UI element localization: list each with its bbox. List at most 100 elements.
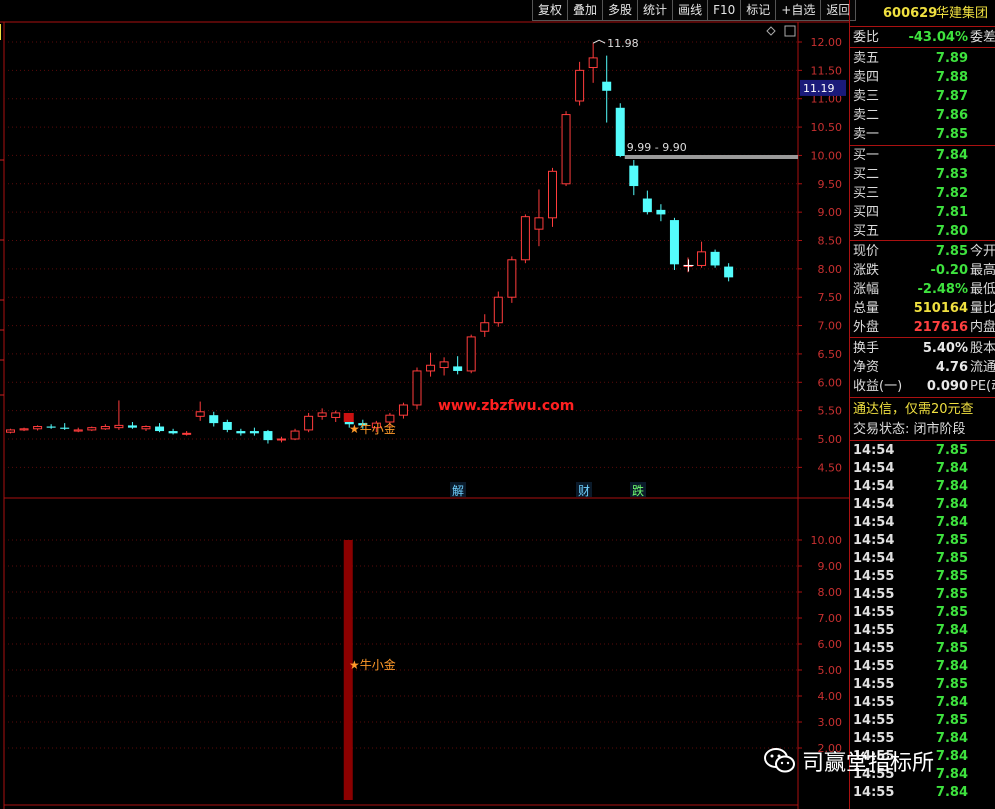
- ask-row-label: 卖四: [853, 70, 880, 85]
- tick-row: 14:54 7.85: [850, 531, 995, 550]
- lower-label: 7.00: [818, 612, 843, 625]
- candle-body: [182, 432, 192, 435]
- bid-row-value: 7.81: [935, 205, 968, 220]
- bid-row: 买五 7.80: [850, 222, 995, 241]
- price-label: 9.00: [818, 206, 843, 219]
- toolbar-button-4[interactable]: 画线: [672, 0, 709, 21]
- bid-row-value: 7.84: [935, 148, 968, 163]
- candle-body: [19, 428, 29, 431]
- price-label: 9.50: [818, 178, 843, 191]
- tick-price: 7.84: [935, 461, 968, 476]
- tick-time: 14:55: [853, 641, 895, 656]
- tick-price: 7.85: [935, 551, 968, 566]
- candle-body: [317, 412, 327, 417]
- candle-body: [398, 404, 408, 416]
- candle-body: [588, 57, 598, 69]
- price-label: 10.50: [811, 121, 843, 134]
- candle-body: [331, 412, 341, 418]
- tick-time: 14:55: [853, 659, 895, 674]
- fund-row-value: 0.090: [926, 379, 968, 394]
- candle-body: [127, 425, 137, 428]
- quote-row-ext: 量比: [970, 301, 995, 316]
- bid-row-value: 7.83: [935, 167, 968, 182]
- price-label: 8.00: [818, 263, 843, 276]
- candle-body: [615, 107, 625, 156]
- toolbar-button-3[interactable]: 统计: [637, 0, 674, 21]
- tick-row: 14:55 7.84: [850, 693, 995, 712]
- toolbar-button-7[interactable]: +自选: [775, 0, 822, 21]
- event-label[interactable]: 跌: [632, 483, 644, 498]
- ask-row-label: 卖一: [853, 127, 880, 142]
- event-label[interactable]: 财: [578, 484, 590, 498]
- candle-body: [439, 361, 449, 369]
- fund-row-label: 换手: [853, 341, 880, 356]
- fund-row-ext: 流通: [970, 360, 995, 375]
- ask-row-label: 卖五: [853, 51, 880, 66]
- candle-body: [114, 424, 124, 429]
- bid-row-value: 7.82: [935, 186, 968, 201]
- diamond-icon[interactable]: [766, 26, 776, 36]
- quote-row: 外盘 217616 内盘: [850, 318, 995, 337]
- candle-body: [222, 421, 232, 430]
- quote-row: 涨跌 -0.20 最高: [850, 261, 995, 280]
- tick-time: 14:55: [853, 713, 895, 728]
- candle-body: [575, 69, 585, 102]
- toolbar-button-1[interactable]: 叠加: [567, 0, 604, 21]
- fund-row: 净资 4.76 流通: [850, 358, 995, 377]
- tick-row: 14:55 7.85: [850, 567, 995, 586]
- candle-body: [73, 429, 83, 432]
- tick-price: 7.85: [935, 641, 968, 656]
- bid-row-label: 买一: [853, 148, 880, 163]
- tick-row: 14:55 7.85: [850, 639, 995, 658]
- toolbar-button-5[interactable]: F10: [707, 0, 742, 21]
- tick-time: 14:55: [853, 785, 895, 800]
- quote-row: 现价 7.85 今开: [850, 242, 995, 261]
- tick-row: 14:55 7.85: [850, 675, 995, 694]
- tick-time: 14:55: [853, 587, 895, 602]
- notice-row[interactable]: 通达信，仅需20元查: [850, 400, 995, 419]
- tick-price: 7.84: [935, 659, 968, 674]
- lower-label: 8.00: [818, 586, 843, 599]
- tick-price: 7.84: [935, 767, 968, 782]
- candle-body: [277, 438, 286, 441]
- quote-row: 总量 510164 量比: [850, 299, 995, 318]
- toolbar-button-2[interactable]: 多股: [602, 0, 639, 21]
- ask-row-value: 7.89: [935, 51, 968, 66]
- toolbar-button-6[interactable]: 标记: [740, 0, 777, 21]
- bid-row: 买四 7.81: [850, 203, 995, 222]
- kline-chart[interactable]: 12.0011.5011.0010.5010.009.509.008.508.0…: [0, 0, 849, 809]
- tick-price: 7.85: [935, 443, 968, 458]
- signal-marker: [343, 413, 354, 422]
- tick-time: 14:55: [853, 677, 895, 692]
- webi-row: 委比 -43.04% 委差: [850, 28, 995, 47]
- ask-row-label: 卖二: [853, 108, 880, 123]
- candle-body: [493, 296, 503, 324]
- candle-body: [548, 170, 557, 219]
- tick-price: 7.85: [935, 677, 968, 692]
- candle-body: [656, 209, 666, 215]
- candle-body: [87, 427, 97, 431]
- trade-status-row: 交易状态: 闭市阶段: [850, 420, 995, 439]
- quote-row-ext: 最高: [970, 263, 995, 278]
- webi-value: -43.04%: [908, 30, 968, 45]
- tick-time: 14:54: [853, 461, 895, 476]
- price-label: 6.50: [818, 348, 843, 361]
- price-label: 8.50: [818, 235, 843, 248]
- toggle-icon[interactable]: [784, 25, 796, 37]
- bid-row-label: 买二: [853, 167, 880, 182]
- notice-text[interactable]: 通达信，仅需20元查: [853, 400, 974, 419]
- tick-price: 7.84: [935, 515, 968, 530]
- price-label: 12.00: [811, 36, 843, 49]
- ask-row-value: 7.87: [935, 89, 968, 104]
- candle-body: [304, 415, 314, 431]
- candle-body: [602, 81, 612, 91]
- tick-row: 14:54 7.84: [850, 459, 995, 478]
- candle-body: [507, 259, 517, 298]
- webi-ext: 委差: [970, 30, 995, 45]
- ask-row-value: 7.86: [935, 108, 968, 123]
- event-label[interactable]: 解: [452, 484, 464, 498]
- toolbar-button-0[interactable]: 复权: [532, 0, 569, 21]
- watermark: 司赢堂指标所: [764, 745, 934, 777]
- candle-body: [249, 431, 259, 434]
- tick-time: 14:54: [853, 551, 895, 566]
